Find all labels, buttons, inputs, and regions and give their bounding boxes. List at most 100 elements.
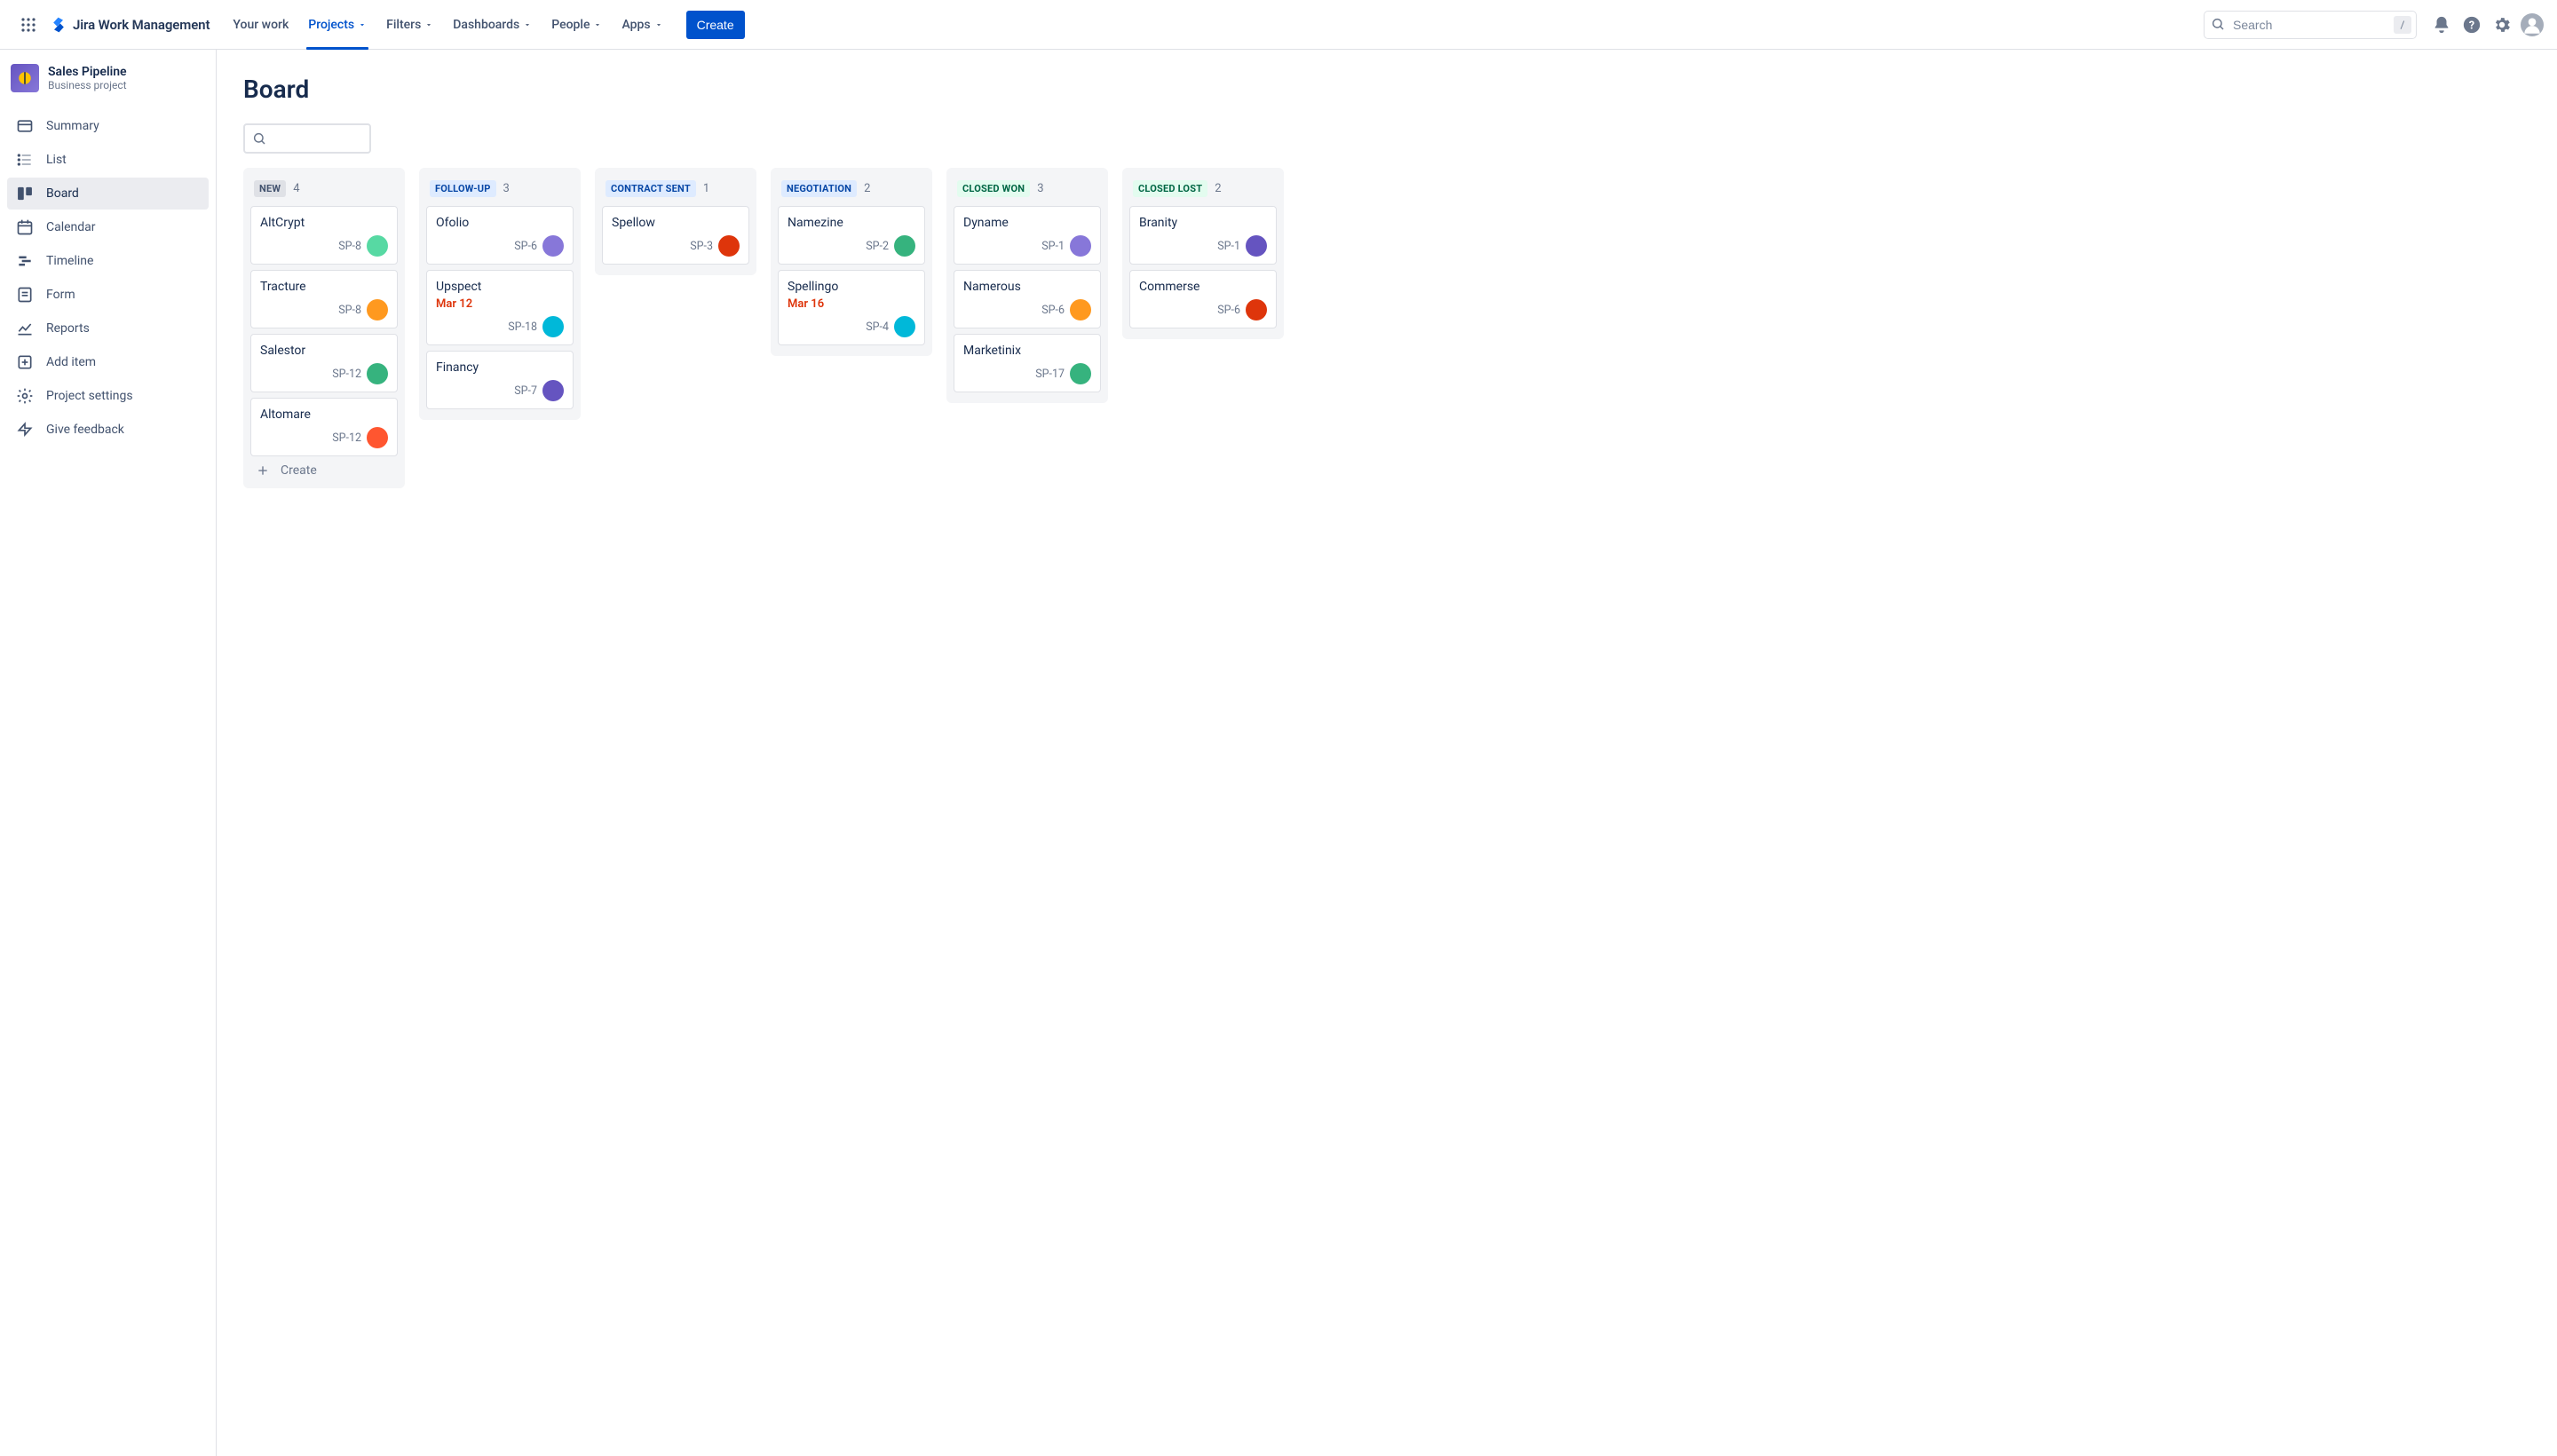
nav-item-filters[interactable]: Filters (377, 0, 442, 50)
search-input[interactable] (2204, 11, 2417, 39)
card[interactable]: AltCrypt SP-8 (250, 206, 398, 265)
sidebar-item-timeline[interactable]: Timeline (7, 245, 209, 277)
question-icon: ? (2462, 15, 2482, 35)
assignee-avatar[interactable] (367, 427, 388, 448)
chevron-down-icon (654, 20, 663, 29)
nav-item-people[interactable]: People (542, 0, 611, 50)
assignee-avatar[interactable] (367, 363, 388, 384)
column-status-label: CONTRACT SENT (606, 180, 696, 197)
card[interactable]: NamezineSP-2 (778, 206, 925, 265)
card-list: AltCrypt SP-8 TractureSP-8 Salestor SP-12 Alt… (250, 206, 398, 456)
card-key: SP-8 (338, 240, 361, 253)
assignee-avatar[interactable] (367, 299, 388, 320)
card[interactable]: FinancySP-7 (426, 351, 574, 409)
card-list: NamezineSP-2SpellingoMar 16SP-4 (778, 206, 925, 345)
page-title: Board (243, 75, 2557, 104)
chevron-down-icon (358, 20, 367, 29)
card-title: Spellow (612, 216, 740, 230)
board-search[interactable] (243, 123, 371, 154)
assignee-avatar[interactable] (1070, 363, 1091, 384)
sidebar-item-form[interactable]: Form (7, 279, 209, 311)
avatar-icon (2521, 13, 2544, 36)
assignee-avatar[interactable] (1070, 235, 1091, 257)
notifications-button[interactable] (2427, 11, 2456, 39)
nav-item-label: Projects (308, 18, 354, 32)
column-create-button[interactable]: Create (250, 456, 398, 478)
nav-item-dashboards[interactable]: Dashboards (444, 0, 541, 50)
card[interactable]: DynameSP-1 (954, 206, 1101, 265)
card[interactable]: AltomareSP-12 (250, 398, 398, 456)
settings-button[interactable] (2488, 11, 2516, 39)
product-logo[interactable]: Jira Work Management (50, 16, 210, 34)
card-key: SP-12 (332, 368, 361, 381)
nav-item-your-work[interactable]: Your work (224, 0, 297, 50)
card-title: Spellingo (788, 280, 915, 294)
card-key: SP-3 (690, 240, 713, 253)
app-launcher-button[interactable] (14, 11, 43, 39)
sidebar-item-label: List (46, 153, 67, 167)
global-search: / (2204, 11, 2417, 39)
nav-item-apps[interactable]: Apps (613, 0, 671, 50)
assignee-avatar[interactable] (542, 235, 564, 257)
nav-item-label: Apps (621, 18, 650, 32)
assignee-avatar[interactable] (1246, 299, 1267, 320)
nav-item-label: Your work (233, 18, 289, 32)
help-button[interactable]: ? (2458, 11, 2486, 39)
sidebar-item-project-settings[interactable]: Project settings (7, 380, 209, 412)
nav-item-label: Dashboards (453, 18, 519, 32)
column-header[interactable]: NEGOTIATION2 (778, 177, 925, 206)
card-title: AltCrypt (260, 216, 388, 230)
column-header[interactable]: CONTRACT SENT1 (602, 177, 749, 206)
column-header[interactable]: CLOSED LOST2 (1129, 177, 1277, 206)
profile-button[interactable] (2518, 11, 2546, 39)
create-button[interactable]: Create (686, 11, 745, 39)
sidebar: Sales Pipeline Business project Summary L… (0, 50, 217, 1456)
card[interactable]: Spellow SP-3 (602, 206, 749, 265)
card[interactable]: SpellingoMar 16SP-4 (778, 270, 925, 345)
project-header[interactable]: Sales Pipeline Business project (7, 64, 209, 105)
card[interactable]: BranitySP-1 (1129, 206, 1277, 265)
card-key: SP-1 (1041, 240, 1065, 253)
nav-item-projects[interactable]: Projects (299, 0, 376, 50)
assignee-avatar[interactable] (718, 235, 740, 257)
card[interactable]: MarketinixSP-17 (954, 334, 1101, 392)
sidebar-item-give-feedback[interactable]: Give feedback (7, 414, 209, 446)
product-name: Jira Work Management (73, 17, 210, 33)
card-key: SP-2 (866, 240, 889, 253)
sidebar-item-list[interactable]: List (7, 144, 209, 176)
column-count: 3 (503, 182, 510, 195)
card-title: Commerse (1139, 280, 1267, 294)
sidebar-item-label: Calendar (46, 220, 96, 234)
sidebar-item-board[interactable]: Board (7, 178, 209, 210)
card[interactable]: UpspectMar 12SP-18 (426, 270, 574, 345)
column-header[interactable]: FOLLOW-UP3 (426, 177, 574, 206)
sidebar-item-summary[interactable]: Summary (7, 110, 209, 142)
primary-nav: Your work Projects Filters Dashboards People… (224, 0, 671, 50)
card-key: SP-17 (1035, 368, 1065, 381)
sidebar-item-label: Reports (46, 321, 90, 336)
card[interactable]: Salestor SP-12 (250, 334, 398, 392)
card-key: SP-7 (514, 384, 537, 398)
assignee-avatar[interactable] (1246, 235, 1267, 257)
assignee-avatar[interactable] (542, 316, 564, 337)
card[interactable]: TractureSP-8 (250, 270, 398, 328)
sidebar-item-add-item[interactable]: Add item (7, 346, 209, 378)
calendar-icon (16, 218, 34, 236)
card[interactable]: NamerousSP-6 (954, 270, 1101, 328)
sidebar-item-calendar[interactable]: Calendar (7, 211, 209, 243)
card[interactable]: CommerseSP-6 (1129, 270, 1277, 328)
plus-icon (256, 463, 270, 478)
assignee-avatar[interactable] (367, 235, 388, 257)
card[interactable]: OfolioSP-6 (426, 206, 574, 265)
assignee-avatar[interactable] (542, 380, 564, 401)
assignee-avatar[interactable] (894, 316, 915, 337)
card-title: Salestor (260, 344, 388, 358)
card-key: SP-18 (508, 320, 537, 334)
column-header[interactable]: NEW4 (250, 177, 398, 206)
assignee-avatar[interactable] (1070, 299, 1091, 320)
assignee-avatar[interactable] (894, 235, 915, 257)
form-icon (16, 286, 34, 304)
sidebar-item-reports[interactable]: Reports (7, 313, 209, 344)
card-footer: SP-1 (963, 235, 1091, 257)
column-header[interactable]: CLOSED WON3 (954, 177, 1101, 206)
